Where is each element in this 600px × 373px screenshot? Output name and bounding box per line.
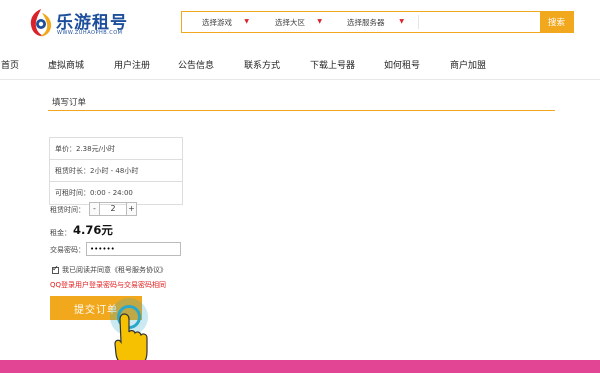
search-input[interactable] (419, 12, 540, 32)
increment-button[interactable]: + (126, 202, 137, 216)
server-select[interactable]: 选择服务器 ▼ (328, 12, 418, 32)
nav-item-how-to-rent[interactable]: 如何租号 (384, 58, 420, 71)
nav-item-virtual-mall[interactable]: 虚拟商城 (48, 58, 84, 71)
available-time-row: 可租时间：0:00 - 24:00 (55, 189, 133, 197)
nav-item-home[interactable]: 首页 (1, 58, 19, 71)
caret-down-icon: ▼ (317, 18, 322, 25)
nav-divider (0, 79, 600, 80)
rent-time-stepper: - 2 + (89, 202, 137, 216)
agreement: 我已阅读并同意《租号服务协议》 (52, 264, 167, 275)
search-bar: 选择游戏 ▼ 选择大区 ▼ 选择服务器 ▼ 搜索 (181, 11, 574, 33)
site-logo[interactable]: 乐游租号 WWW.ZUHAOPHB.COM (28, 6, 148, 42)
region-select[interactable]: 选择大区 ▼ (255, 12, 328, 32)
unit-price-row: 单价：2.38元/小时 (50, 138, 182, 160)
nav-item-register[interactable]: 用户注册 (114, 58, 150, 71)
section-title: 填写订单 (52, 98, 87, 108)
nav-item-download[interactable]: 下载上号器 (310, 58, 355, 71)
rent-duration-row: 租赁时长：2小时 - 48小时 (50, 160, 182, 182)
deposit-value: 4.76元 (73, 223, 113, 237)
order-info-table: 单价：2.38元/小时 租赁时长：2小时 - 48小时 可租时间：0:00 - … (49, 137, 183, 205)
main-nav: 首页 虚拟商城 用户注册 公告信息 联系方式 下载上号器 如何租号 商户加盟 (0, 58, 600, 72)
logo-mark-icon (30, 9, 52, 37)
password-field[interactable] (86, 242, 181, 256)
decrement-button[interactable]: - (89, 202, 100, 216)
server-select-label: 选择服务器 (347, 17, 385, 27)
nav-item-merchant-join[interactable]: 商户加盟 (450, 58, 486, 71)
caret-down-icon: ▼ (399, 18, 404, 25)
rent-time-value[interactable]: 2 (100, 202, 126, 216)
nav-item-announcements[interactable]: 公告信息 (178, 58, 214, 71)
qq-login-notice: QQ登录用户登录密码与交易密码相同 (50, 281, 167, 289)
game-select-label: 选择游戏 (202, 17, 232, 27)
deposit-label: 租金： (50, 229, 71, 237)
password-label: 交易密码： (50, 246, 85, 254)
agree-checkbox[interactable] (52, 264, 59, 274)
section-underline (48, 110, 555, 111)
region-select-label: 选择大区 (275, 17, 305, 27)
caret-down-icon: ▼ (244, 18, 249, 25)
agree-text[interactable]: 我已阅读并同意《租号服务协议》 (62, 265, 167, 275)
logo-subtitle: WWW.ZUHAOPHB.COM (57, 30, 123, 36)
game-select[interactable]: 选择游戏 ▼ (182, 12, 255, 32)
nav-item-contact[interactable]: 联系方式 (244, 58, 280, 71)
search-button[interactable]: 搜索 (540, 12, 573, 32)
rent-time-label: 租赁时间： (50, 206, 85, 214)
footer-bar (0, 360, 600, 373)
